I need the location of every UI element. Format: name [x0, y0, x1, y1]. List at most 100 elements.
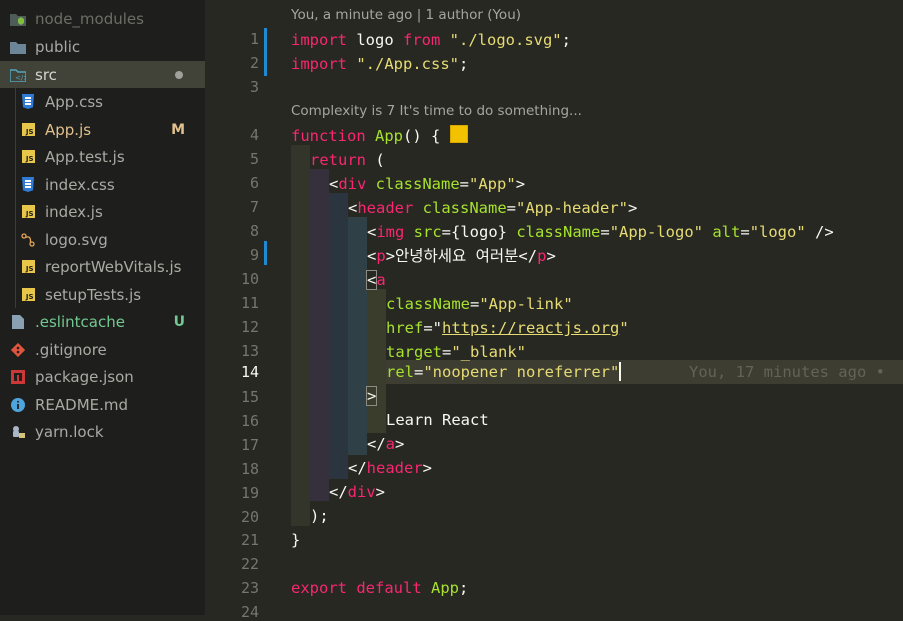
line-number: 13: [240, 342, 259, 360]
tree-item-label: App.test.js: [45, 147, 125, 166]
code-line-6[interactable]: <div className="App">: [329, 172, 525, 196]
line-number: 5: [249, 150, 259, 168]
modified-dot-icon: [175, 71, 183, 79]
code-line-20[interactable]: );: [310, 504, 329, 528]
line-number: 23: [240, 579, 259, 597]
code-line-12[interactable]: href="https://reactjs.org": [386, 316, 629, 340]
line-number: 20: [240, 508, 259, 526]
info-icon: [10, 397, 26, 413]
line-number: 4: [249, 126, 259, 144]
gutter-modified-mark: [264, 28, 267, 76]
tree-item-label: index.css: [45, 175, 115, 194]
code-line-15[interactable]: >: [365, 384, 378, 408]
tree-item-label: setupTests.js: [45, 285, 142, 304]
line-number-current: 14: [240, 363, 259, 381]
tree-item-label: yarn.lock: [35, 422, 104, 441]
yarn-icon: [10, 424, 26, 440]
code-line-23[interactable]: export default App;: [291, 576, 468, 600]
npm-icon: [10, 369, 26, 385]
tree-item-app-css[interactable]: App.css: [0, 88, 205, 115]
line-number: 8: [249, 222, 259, 240]
tree-item-eslintcache[interactable]: .eslintcache U: [0, 308, 205, 335]
svg-file-icon: [20, 232, 36, 248]
js-file-icon: JS: [20, 149, 36, 165]
git-blame-lens[interactable]: You, a minute ago | 1 author (You): [291, 7, 521, 23]
code-line-4[interactable]: function App() {: [291, 124, 468, 148]
git-icon: [10, 342, 26, 358]
line-number: 10: [240, 270, 259, 288]
code-line-11[interactable]: className="App-link": [386, 292, 573, 316]
tree-item-app-js[interactable]: JS App.js M: [0, 116, 205, 143]
tree-item-label: reportWebVitals.js: [45, 257, 182, 276]
line-number: 21: [240, 531, 259, 549]
code-line-10[interactable]: <a: [365, 268, 386, 292]
svg-text:</>: </>: [15, 74, 26, 82]
url-link[interactable]: https://reactjs.org: [442, 319, 619, 337]
indent-guide-2: [310, 169, 329, 501]
line-number: 24: [240, 603, 259, 621]
code-line-14[interactable]: rel="noopener noreferrer": [386, 360, 622, 384]
line-number: 6: [249, 174, 259, 192]
code-editor[interactable]: You, a minute ago | 1 author (You) Compl…: [205, 0, 903, 621]
folder-icon: [10, 39, 26, 55]
tree-item-label: public: [35, 37, 81, 56]
complexity-lens[interactable]: Complexity is 7 It's time to do somethin…: [291, 103, 582, 119]
code-line-19[interactable]: </div>: [329, 480, 385, 504]
tree-item-app-test-js[interactable]: JS App.test.js: [0, 143, 205, 170]
css-file-icon: [20, 94, 36, 110]
tree-item-src[interactable]: </> src: [0, 61, 205, 88]
tree-item-index-js[interactable]: JS index.js: [0, 198, 205, 225]
line-number: 11: [240, 294, 259, 312]
tree-item-gitignore[interactable]: .gitignore: [0, 336, 205, 363]
code-line-2[interactable]: import "./App.css";: [291, 52, 468, 76]
code-line-8[interactable]: <img src={logo} className="App-logo" alt…: [367, 220, 834, 244]
line-number: 22: [240, 555, 259, 573]
line-number: 9: [249, 246, 259, 264]
code-line-18[interactable]: </header>: [348, 456, 432, 480]
tree-item-label: App.css: [45, 92, 103, 111]
gutter-modified-mark: [264, 241, 267, 265]
node-folder-icon: [10, 11, 26, 27]
tree-item-logo-svg[interactable]: logo.svg: [0, 226, 205, 253]
color-decorator-icon[interactable]: [449, 125, 468, 143]
line-number: 7: [249, 198, 259, 216]
indent-guide-4: [348, 217, 367, 455]
code-line-1[interactable]: import logo from "./logo.svg";: [291, 28, 571, 52]
js-file-icon: JS: [20, 204, 36, 220]
js-file-icon: JS: [20, 122, 36, 138]
code-line-16[interactable]: Learn React: [386, 408, 489, 432]
tree-item-index-css[interactable]: index.css: [0, 171, 205, 198]
tree-item-package-json[interactable]: package.json: [0, 363, 205, 390]
tree-item-readme-md[interactable]: README.md: [0, 391, 205, 418]
tree-item-label: README.md: [35, 395, 129, 414]
indent-guide-3: [329, 193, 348, 479]
tree-item-setuptests-js[interactable]: JS setupTests.js: [0, 281, 205, 308]
line-number: 15: [240, 388, 259, 406]
code-line-21[interactable]: }: [291, 528, 300, 552]
code-line-7[interactable]: <header className="App-header">: [348, 196, 637, 220]
file-icon: [10, 314, 26, 330]
git-modified-badge: M: [171, 121, 185, 138]
inline-blame-annotation: You, 17 minutes ago •: [689, 363, 885, 381]
js-file-icon: JS: [20, 259, 36, 275]
tree-item-label: App.js: [45, 120, 92, 139]
tree-item-public[interactable]: public: [0, 33, 205, 60]
code-line-17[interactable]: </a>: [367, 432, 404, 456]
tree-item-yarn-lock[interactable]: yarn.lock: [0, 418, 205, 445]
js-file-icon: JS: [20, 287, 36, 303]
code-line-5[interactable]: return (: [310, 148, 385, 172]
src-folder-icon: </>: [10, 67, 26, 83]
indent-guide-1: [291, 145, 310, 526]
tree-item-reportwebvitals-js[interactable]: JS reportWebVitals.js: [0, 253, 205, 280]
line-number: 3: [249, 78, 259, 96]
indent-guide-5: [367, 289, 386, 433]
line-number: 18: [240, 460, 259, 478]
code-line-9[interactable]: <p>안녕하세요 여러분</p>: [367, 244, 556, 268]
css-file-icon: [20, 177, 36, 193]
text-cursor: [619, 362, 622, 381]
tree-item-label: src: [35, 65, 57, 84]
line-number: 19: [240, 484, 259, 502]
tree-item-node-modules[interactable]: node_modules: [0, 5, 205, 32]
file-explorer: node_modules public </> src App.css JS A…: [0, 0, 205, 615]
tree-item-label: package.json: [35, 367, 134, 386]
